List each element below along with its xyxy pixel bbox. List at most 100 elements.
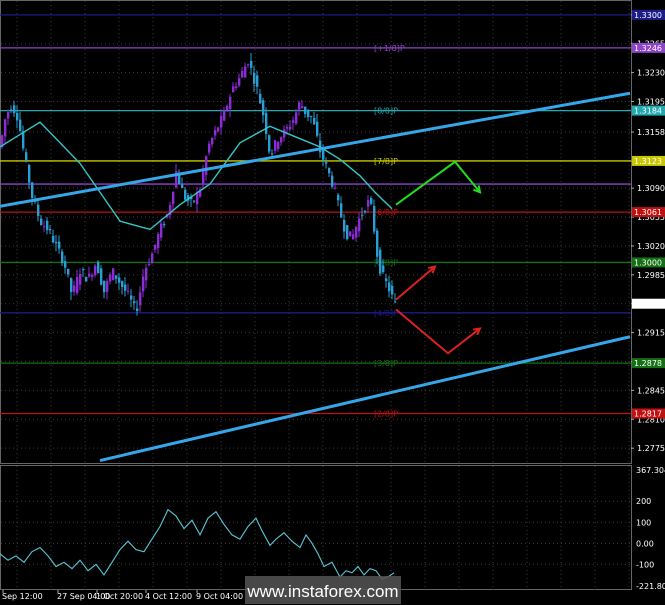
murrey-level-label: [7/8]P	[374, 157, 398, 166]
candle-body	[148, 263, 151, 266]
candle-body	[106, 281, 109, 292]
murrey-level-label: [4/8]P	[374, 309, 398, 318]
candle-body	[355, 226, 358, 238]
candle-body	[391, 285, 394, 295]
murrey-level-label: [6/8]P	[374, 208, 398, 217]
candle-body	[247, 64, 250, 66]
candle-body	[244, 66, 247, 78]
candle-body	[94, 265, 97, 276]
candle-body	[343, 219, 346, 232]
candle-body	[82, 269, 85, 271]
candle-body	[361, 214, 364, 216]
watermark-text: www.instaforex.com	[246, 582, 398, 601]
candle-body	[13, 105, 16, 114]
candle-body	[313, 118, 316, 125]
candle-body	[97, 261, 100, 274]
candle-body	[358, 218, 361, 232]
forex-chart: [+1/8]P [8/8]P [7/8]P [6/8]P [5/8]P [4/8]P [3/…	[0, 0, 665, 605]
candle-body	[238, 78, 241, 86]
candle-body	[349, 231, 352, 237]
candle-body	[292, 120, 295, 124]
murrey-price-tag-label: 1.3123	[634, 157, 662, 166]
time-tick-label: Sep 12:00	[2, 592, 43, 601]
candle-body	[64, 261, 67, 268]
murrey-price-tag-label: 1.3184	[634, 107, 662, 116]
candle-body	[121, 281, 124, 287]
candle-body	[184, 189, 187, 200]
candle-body	[103, 280, 106, 293]
time-tick-label: 9 Oct 04:00	[196, 592, 243, 601]
candle-body	[385, 278, 388, 282]
candle-body	[280, 137, 283, 143]
candle-body	[7, 112, 10, 119]
candle-body	[253, 72, 256, 84]
candle-body	[262, 100, 265, 116]
candle-body	[133, 301, 136, 303]
candle-body	[223, 110, 226, 121]
candle-body	[118, 277, 121, 283]
candle-body	[379, 249, 382, 274]
candle-body	[241, 71, 244, 78]
candle-body	[91, 275, 94, 277]
cci-tick-label: -100	[636, 560, 654, 569]
candle-body	[124, 284, 127, 291]
candle-body	[346, 225, 349, 240]
candle-body	[259, 93, 262, 104]
candle-body	[109, 274, 112, 282]
candle-body	[277, 142, 280, 149]
candle-body	[43, 226, 46, 228]
candle-body	[19, 119, 22, 131]
candle-body	[31, 182, 34, 198]
candle-body	[157, 234, 160, 249]
candle-body	[4, 119, 7, 137]
murrey-price-tag-label: 1.3061	[634, 208, 662, 217]
candle-body	[370, 197, 373, 204]
price-tick-label: 1.2985	[637, 271, 665, 280]
candle-body	[307, 109, 310, 118]
candle-body	[271, 153, 274, 155]
murrey-price-tag-label: 1.3300	[634, 11, 662, 20]
current-price-label: 1.2950	[634, 300, 662, 309]
candle-body	[331, 175, 334, 187]
candle-body	[301, 106, 304, 109]
cci-tick-label: 100	[636, 518, 651, 527]
price-tick-label: 1.2845	[637, 386, 665, 395]
candle-body	[304, 106, 307, 114]
time-axis: Sep 12:00 27 Sep 04:001 Oct 20:00 4 Oct 12…	[2, 590, 243, 601]
candle-body	[10, 109, 13, 112]
candle-body	[172, 191, 175, 205]
candle-body	[127, 290, 130, 292]
candle-body	[316, 121, 319, 136]
candle-body	[49, 229, 52, 231]
cci-tick-label: 367.3047	[636, 466, 665, 475]
candle-body	[364, 210, 367, 212]
candle-body	[328, 168, 331, 174]
candle-body	[52, 235, 55, 243]
chart-background	[0, 0, 665, 605]
candle-body	[142, 276, 145, 292]
candle-body	[265, 112, 268, 134]
murrey-level-label: [2/8]P	[374, 409, 398, 418]
candle-body	[382, 265, 385, 273]
candle-body	[28, 165, 31, 183]
candle-body	[337, 194, 340, 201]
candle-body	[202, 171, 205, 185]
candle-body	[232, 86, 235, 93]
candle-body	[58, 241, 61, 249]
candle-body	[40, 218, 43, 225]
candle-body	[334, 187, 337, 189]
murrey-price-tag-label: 1.3246	[634, 44, 662, 53]
candle-body	[340, 203, 343, 218]
price-tick-label: 1.3230	[637, 69, 665, 78]
candle-body	[388, 282, 391, 292]
murrey-price-tag-label: 1.3000	[634, 258, 662, 267]
price-tick-label: 1.3090	[637, 184, 665, 193]
candle-body	[193, 200, 196, 202]
candle-body	[145, 267, 148, 281]
candle-body	[274, 140, 277, 151]
cci-tick-label: 200	[636, 497, 651, 506]
murrey-level-label: [3/8]P	[374, 359, 398, 368]
candle-body	[205, 156, 208, 175]
candle-body	[325, 162, 328, 164]
candle-body	[154, 244, 157, 250]
